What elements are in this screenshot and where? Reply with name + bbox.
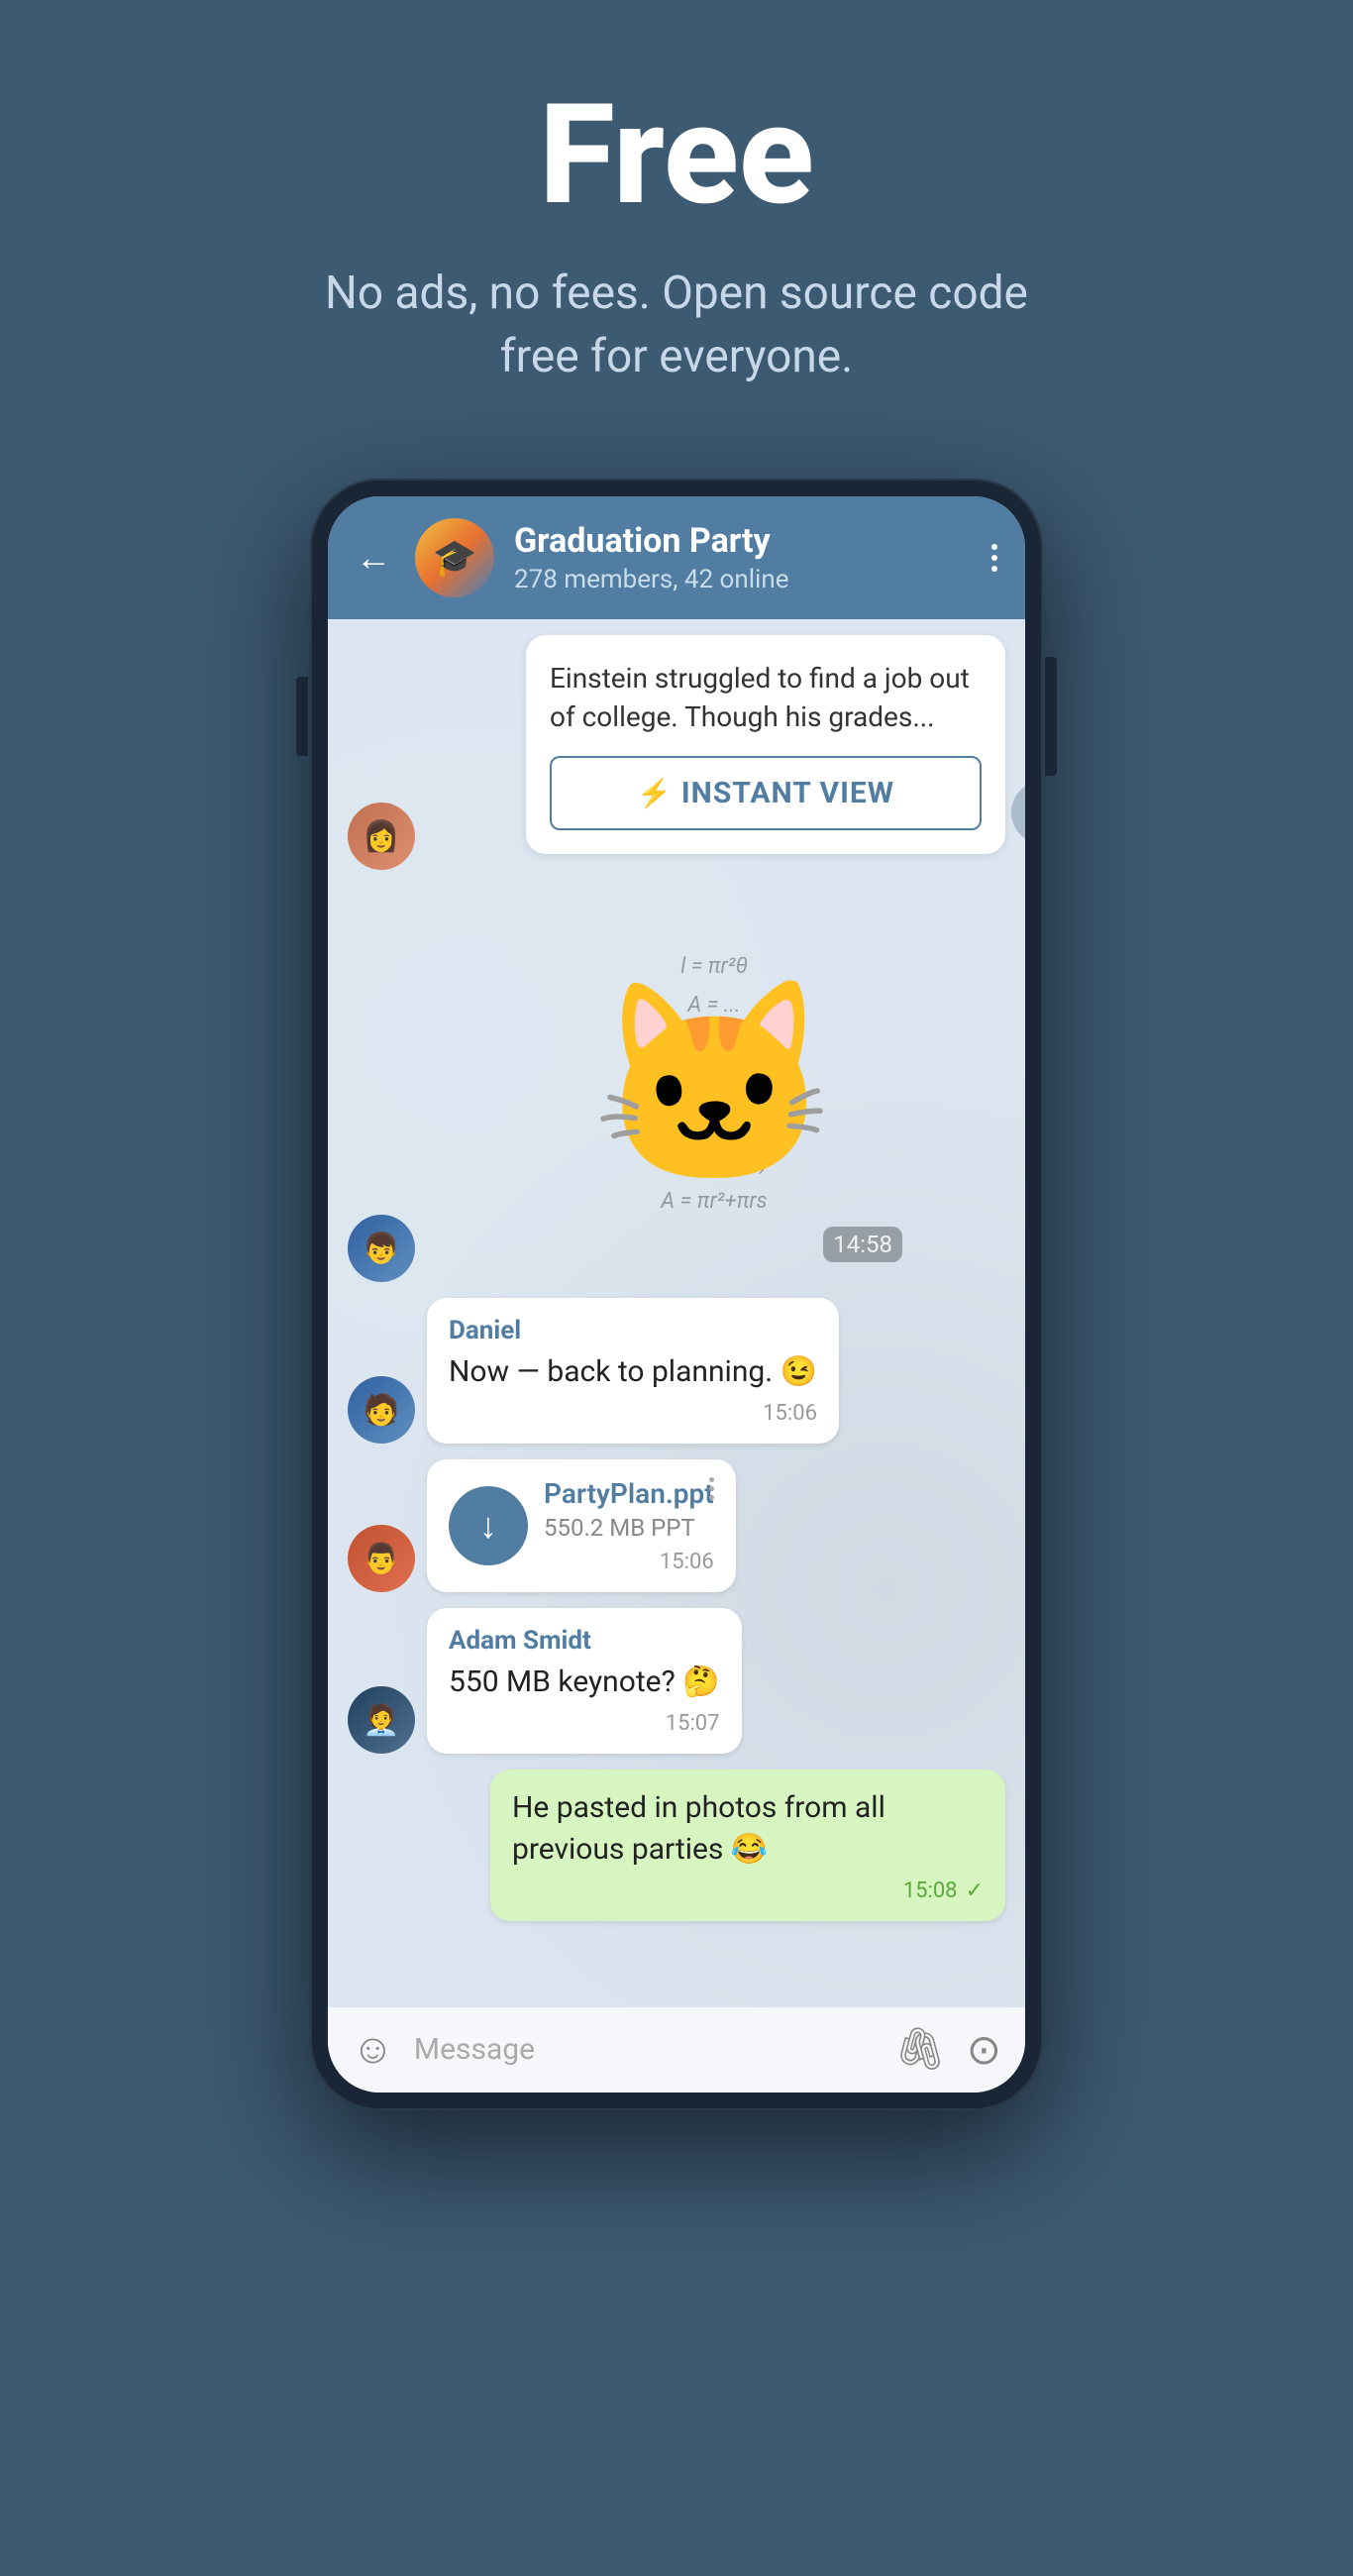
- message-bubble-adam: Adam Smidt 550 MB keynote? 🤔 15:07: [427, 1608, 742, 1754]
- message-time-own: 15:08: [903, 1878, 958, 1903]
- check-icon: ✓: [966, 1878, 984, 1903]
- phone-wrapper: ← 🎓 Graduation Party 278 members, 42 onl…: [290, 479, 1063, 2110]
- user-avatar-girl: 👩: [348, 803, 415, 870]
- chat-body: 👩 Einstein struggled to find a job out o…: [328, 619, 1025, 2006]
- cat-sticker: 🐱: [526, 906, 902, 1262]
- message-text-daniel: Now — back to planning. 😉: [449, 1351, 817, 1393]
- file-dot: [709, 1495, 714, 1500]
- sticker-time: 14:58: [823, 1227, 902, 1262]
- message-meta-adam: 15:07: [449, 1711, 720, 1736]
- file-meta: 15:06: [544, 1550, 714, 1574]
- dot: [991, 566, 997, 572]
- more-button[interactable]: [991, 544, 997, 572]
- phone-screen: ← 🎓 Graduation Party 278 members, 42 onl…: [328, 496, 1025, 2093]
- file-size: 550.2 MB PPT: [544, 1514, 714, 1542]
- message-time-adam: 15:07: [666, 1711, 720, 1736]
- sender-name-daniel: Daniel: [449, 1316, 817, 1345]
- dot: [991, 555, 997, 561]
- message-row-file: 👨 ↓ PartyPlan.ppt 550.2 MB PPT 15:06: [348, 1459, 1005, 1592]
- camera-button[interactable]: ⊙: [967, 2025, 1001, 2075]
- message-meta-own: 15:08 ✓: [512, 1878, 984, 1903]
- sticker-area: l = πr²θ A = ... V = l³ P = 2πr A = πr² …: [526, 906, 902, 1262]
- user-avatar-daniel: 🧑: [348, 1376, 415, 1444]
- file-more-button[interactable]: [709, 1477, 714, 1500]
- phone-outer: ← 🎓 Graduation Party 278 members, 42 onl…: [310, 479, 1043, 2110]
- user-avatar-adam: 🧑‍💼: [348, 1686, 415, 1754]
- file-dot: [709, 1486, 714, 1491]
- emoji-button[interactable]: ☺: [352, 2025, 394, 2074]
- sender-name-adam: Adam Smidt: [449, 1626, 720, 1656]
- dot: [991, 544, 997, 550]
- file-bubble: ↓ PartyPlan.ppt 550.2 MB PPT 15:06: [427, 1459, 736, 1592]
- iv-button-label: INSTANT VIEW: [681, 776, 894, 810]
- iv-text: Einstein struggled to find a job out of …: [550, 659, 982, 736]
- hero-title: Free: [539, 79, 814, 232]
- message-row-own: He pasted in photos from all previous pa…: [348, 1770, 1005, 1921]
- group-avatar: 🎓: [415, 518, 494, 597]
- message-bubble-daniel: Daniel Now — back to planning. 😉 15:06: [427, 1298, 839, 1444]
- forward-button[interactable]: ↩: [1011, 781, 1025, 844]
- chat-info: Graduation Party 278 members, 42 online: [514, 521, 972, 594]
- message-text-own: He pasted in photos from all previous pa…: [512, 1787, 984, 1871]
- message-text-adam: 550 MB keynote? 🤔: [449, 1662, 720, 1703]
- input-bar: ☺ Message 🖇 ⊙: [328, 2006, 1025, 2093]
- message-row-daniel: 🧑 Daniel Now — back to planning. 😉 15:06: [348, 1298, 1005, 1444]
- message-meta-daniel: 15:06: [449, 1401, 817, 1426]
- file-info: PartyPlan.ppt 550.2 MB PPT 15:06: [544, 1477, 714, 1574]
- user-avatar-sticker: 👦: [348, 1215, 415, 1282]
- file-dot: [709, 1477, 714, 1482]
- file-time: 15:06: [660, 1550, 714, 1574]
- chat-members: 278 members, 42 online: [514, 565, 972, 594]
- attach-button[interactable]: 🖇: [893, 2025, 946, 2074]
- message-time-daniel: 15:06: [763, 1401, 817, 1426]
- back-button[interactable]: ←: [356, 537, 391, 579]
- instant-view-bubble: Einstein struggled to find a job out of …: [526, 635, 1005, 854]
- lightning-icon: ⚡: [637, 777, 672, 809]
- file-name: PartyPlan.ppt: [544, 1477, 714, 1510]
- message-bubble-own: He pasted in photos from all previous pa…: [490, 1770, 1005, 1921]
- message-row-adam: 🧑‍💼 Adam Smidt 550 MB keynote? 🤔 15:07: [348, 1608, 1005, 1754]
- instant-view-button[interactable]: ⚡ INSTANT VIEW: [550, 756, 982, 830]
- sticker-row: 👦 l = πr²θ A = ... V = l³ P = 2πr A = πr…: [348, 886, 1005, 1282]
- hero-subtitle: No ads, no fees. Open source code free f…: [280, 262, 1073, 389]
- chat-name: Graduation Party: [514, 521, 972, 561]
- instant-view-row: 👩 Einstein struggled to find a job out o…: [348, 635, 1005, 870]
- file-download-icon[interactable]: ↓: [449, 1486, 528, 1565]
- hero-section: Free No ads, no fees. Open source code f…: [0, 0, 1353, 429]
- chat-header: ← 🎓 Graduation Party 278 members, 42 onl…: [328, 496, 1025, 619]
- message-input[interactable]: Message: [414, 2032, 875, 2067]
- user-avatar-file: 👨: [348, 1525, 415, 1592]
